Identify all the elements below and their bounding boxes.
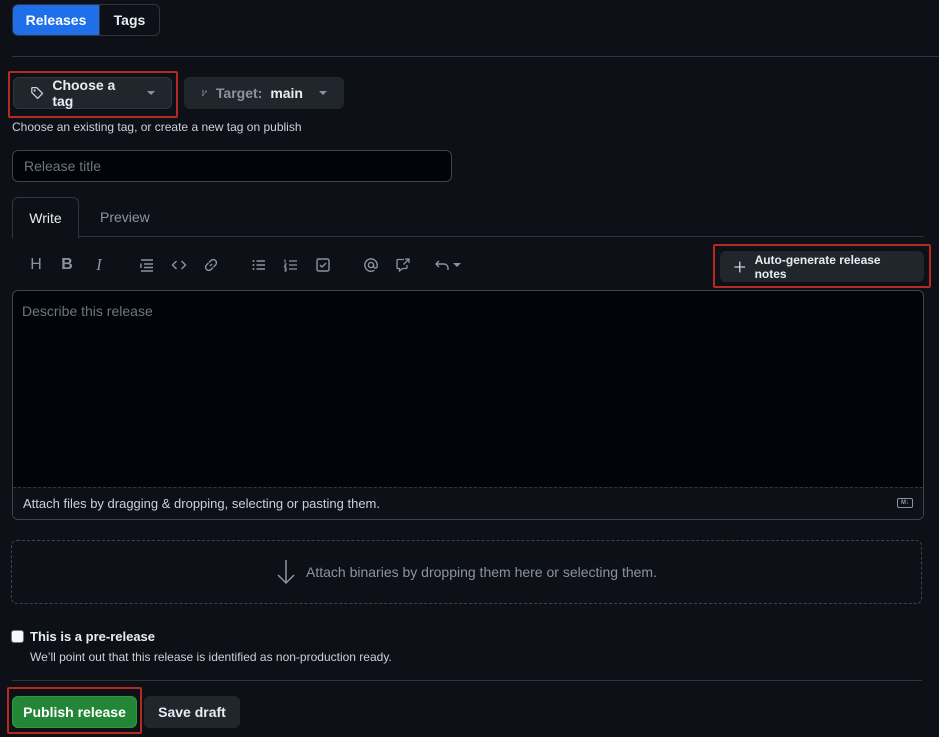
code-icon[interactable] — [168, 254, 190, 276]
mention-icon[interactable] — [360, 254, 382, 276]
binaries-dropzone[interactable]: Attach binaries by dropping them here or… — [11, 540, 922, 604]
tab-tags[interactable]: Tags — [99, 5, 159, 35]
attach-files-hint: Attach files by dragging & dropping, sel… — [23, 496, 380, 511]
save-draft-button[interactable]: Save draft — [144, 696, 240, 728]
release-title-placeholder: Release title — [24, 158, 102, 174]
target-branch-button[interactable]: Target: main — [184, 77, 344, 109]
task-list-icon[interactable] — [312, 254, 334, 276]
target-label: Target: — [215, 85, 263, 101]
auto-generate-label: Auto-generate release notes — [754, 252, 881, 281]
heading-icon[interactable]: H — [25, 254, 47, 276]
tabs-underline — [12, 236, 924, 237]
plus-icon — [734, 261, 746, 272]
ordered-list-icon[interactable] — [280, 254, 302, 276]
prerelease-label[interactable]: This is a pre-release — [30, 629, 155, 644]
tag-icon — [31, 87, 44, 99]
tab-releases[interactable]: Releases — [13, 5, 99, 35]
description-textarea[interactable]: Describe this release Attach files by dr… — [12, 290, 924, 520]
description-placeholder: Describe this release — [22, 303, 153, 319]
undo-icon[interactable] — [432, 254, 462, 276]
arrow-down-icon — [277, 560, 295, 585]
divider — [12, 56, 939, 57]
auto-generate-notes-button[interactable]: Auto-generate release notes — [720, 251, 924, 282]
release-title-input[interactable]: Release title — [12, 150, 452, 182]
italic-icon[interactable]: I — [88, 254, 110, 276]
choose-tag-label: Choose a tag — [52, 77, 116, 109]
choose-tag-button[interactable]: Choose a tag — [13, 77, 172, 109]
tag-hint: Choose an existing tag, or create a new … — [12, 120, 302, 134]
tab-preview[interactable]: Preview — [100, 209, 150, 225]
releases-tags-switch: Releases Tags — [12, 4, 160, 36]
binaries-label: Attach binaries by dropping them here or… — [306, 564, 657, 580]
markdown-icon: M↓ — [897, 498, 913, 508]
reference-icon[interactable] — [392, 254, 414, 276]
divider — [12, 680, 922, 681]
prerelease-description: We’ll point out that this release is ide… — [30, 650, 392, 664]
unordered-list-icon[interactable] — [248, 254, 270, 276]
attach-files-footer[interactable]: Attach files by dragging & dropping, sel… — [13, 487, 923, 519]
chevron-down-icon — [319, 91, 327, 95]
chevron-down-icon — [147, 91, 155, 95]
bold-icon[interactable]: B — [56, 254, 78, 276]
target-branch-value: main — [270, 85, 303, 101]
git-branch-icon — [201, 90, 207, 96]
prerelease-checkbox[interactable] — [11, 630, 24, 643]
publish-release-button[interactable]: Publish release — [12, 696, 137, 728]
link-icon[interactable] — [200, 254, 222, 276]
quote-icon[interactable] — [136, 254, 158, 276]
tab-write[interactable]: Write — [12, 197, 79, 238]
